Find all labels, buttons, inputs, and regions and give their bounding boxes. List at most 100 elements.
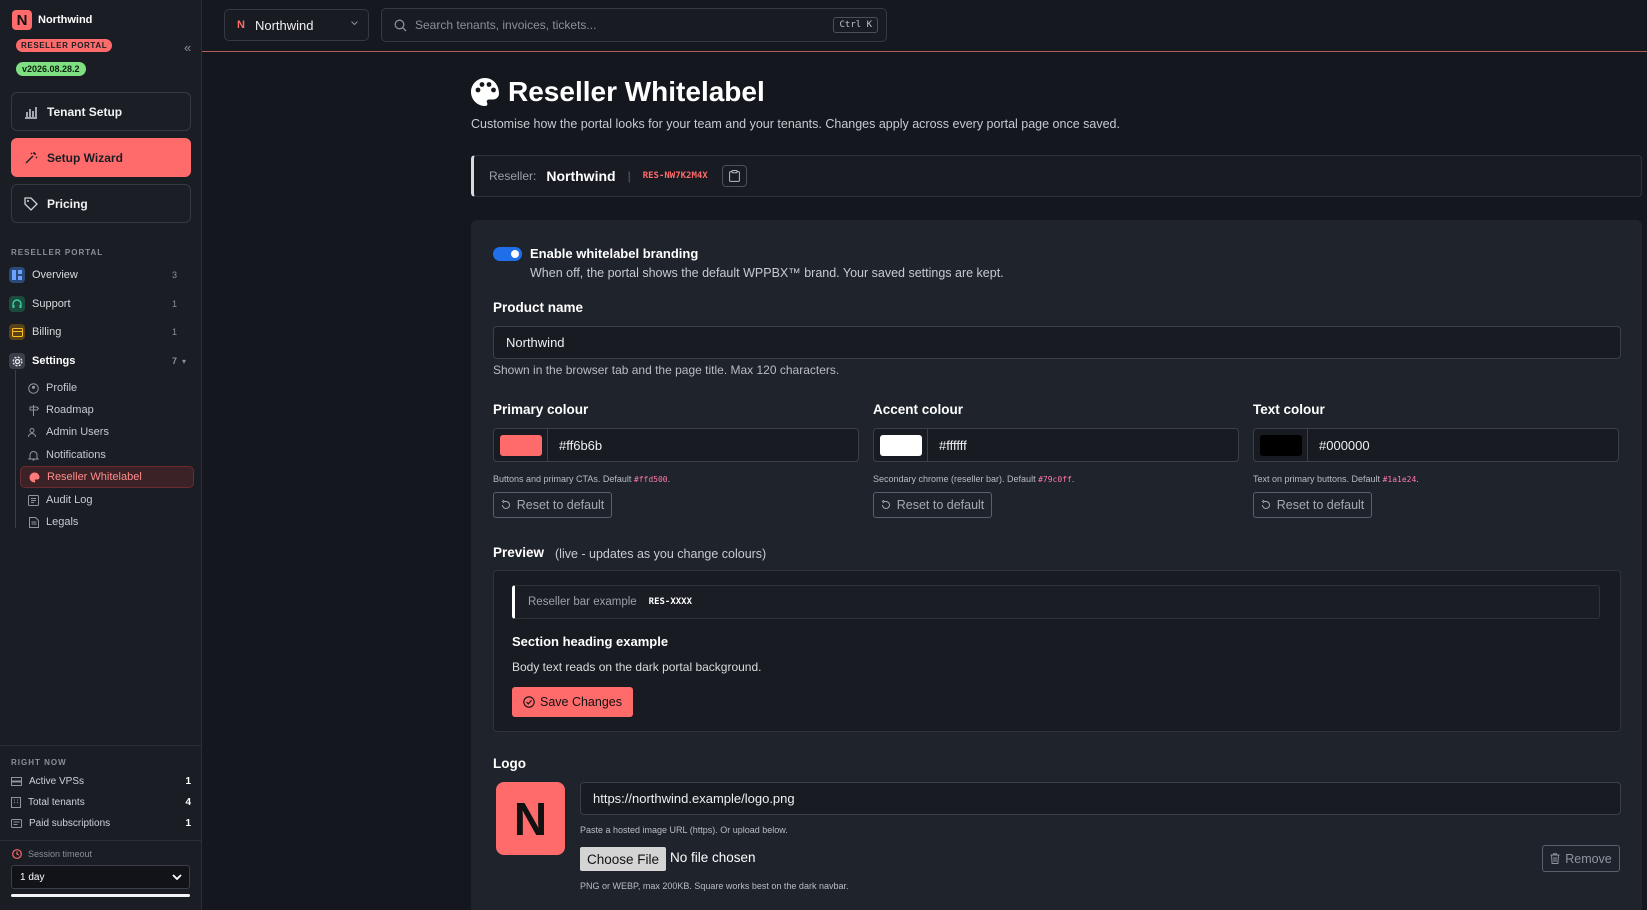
sidebar-item-support[interactable]: Support 1 — [9, 293, 193, 315]
primary-colour-field[interactable]: #ff6b6b — [493, 428, 859, 462]
product-name-value: Northwind — [506, 335, 565, 350]
logo-url-value: https://northwind.example/logo.png — [593, 791, 795, 806]
session-timeout-value: 1 day — [20, 871, 45, 883]
settings-tree-line — [15, 370, 16, 528]
sidebar-item-profile[interactable]: Profile — [20, 377, 194, 399]
divider — [0, 840, 202, 841]
stat-value: 4 — [185, 797, 191, 808]
collapse-sidebar-icon[interactable]: « — [184, 40, 191, 55]
text-colour-picker[interactable] — [1254, 429, 1308, 461]
brand[interactable]: N Northwind — [12, 10, 92, 30]
sidebar-item-legals[interactable]: Legals — [20, 511, 194, 533]
stat-label: Active VPSs — [29, 776, 85, 787]
search-icon — [394, 19, 407, 32]
primary-colour-swatch — [499, 434, 542, 456]
primary-reset-button[interactable]: Reset to default — [493, 492, 612, 518]
accent-reset-button[interactable]: Reset to default — [873, 492, 992, 518]
shortcut-hint: Ctrl K — [833, 17, 878, 33]
sidebar-item-count: 1 — [171, 299, 177, 309]
period: . — [1416, 474, 1419, 484]
reset-label: Reset to default — [896, 498, 985, 512]
session-progress-bar — [11, 894, 190, 897]
choose-file-button[interactable]: Choose File — [580, 847, 666, 871]
copy-id-button[interactable] — [721, 165, 747, 187]
save-changes-button[interactable]: Save Changes — [512, 687, 633, 717]
chevron-down-icon — [172, 872, 182, 882]
sidebar-item-settings[interactable]: Settings 7 ▾ — [9, 350, 193, 372]
primary-colour-label: Primary colour — [493, 402, 589, 417]
text-colour-field[interactable]: #000000 — [1253, 428, 1619, 462]
text-colour-value[interactable]: #000000 — [1308, 429, 1370, 461]
server-icon — [11, 777, 22, 786]
whitelabel-toggle[interactable] — [493, 247, 522, 261]
accent-colour-value[interactable]: #ffffff — [928, 429, 967, 461]
text-colour-swatch — [1259, 434, 1302, 456]
sidebar-item-notifications[interactable]: Notifications — [20, 444, 194, 466]
setup-wizard-label: Setup Wizard — [47, 150, 123, 165]
tenant-logo: N — [237, 19, 245, 31]
document-icon — [28, 516, 39, 528]
card-icon — [9, 324, 25, 340]
help-text: Text on primary buttons. Default — [1253, 474, 1381, 484]
reset-icon — [881, 500, 891, 510]
accent-colour-field[interactable]: #ffffff — [873, 428, 1239, 462]
sidebar-item-roadmap[interactable]: Roadmap — [20, 399, 194, 421]
divider — [0, 745, 202, 746]
logo-url-help: Paste a hosted image URL (https). Or upl… — [580, 825, 788, 835]
building-icon — [11, 797, 21, 808]
primary-colour-value[interactable]: #ff6b6b — [548, 429, 602, 461]
product-name-input[interactable]: Northwind — [493, 326, 1621, 359]
stat-value: 1 — [185, 818, 191, 829]
reset-label: Reset to default — [1276, 498, 1365, 512]
sidebar-item-label: Legals — [46, 516, 79, 528]
version-badge: v2026.08.28.2 — [16, 62, 86, 76]
tenant-setup-label: Tenant Setup — [47, 104, 123, 119]
tenant-setup-button[interactable]: Tenant Setup — [11, 92, 191, 131]
sidebar-item-reseller-whitelabel[interactable]: Reseller Whitelabel — [20, 466, 194, 488]
product-name-label: Product name — [493, 300, 584, 315]
reset-icon — [1261, 500, 1271, 510]
reset-label: Reset to default — [516, 498, 605, 512]
accent-colour-picker[interactable] — [874, 429, 928, 461]
search-input[interactable]: Search tenants, invoices, tickets... Ctr… — [381, 8, 887, 42]
file-status: No file chosen — [670, 850, 756, 865]
preview-panel: Reseller bar example RES-XXXX Section he… — [493, 570, 1621, 732]
sidebar-item-overview[interactable]: Overview 3 — [9, 264, 193, 286]
remove-label: Remove — [1565, 851, 1612, 866]
sidebar-item-admin-users[interactable]: Admin Users — [20, 421, 194, 443]
remove-logo-button[interactable]: Remove — [1542, 845, 1620, 872]
reset-icon — [501, 500, 511, 510]
toggle-label: Enable whitelabel branding — [530, 246, 699, 261]
session-timeout-text: Session timeout — [28, 849, 93, 859]
sidebar-item-audit-log[interactable]: Audit Log — [20, 489, 194, 511]
reseller-label: Reseller: — [489, 169, 537, 183]
pricing-button[interactable]: Pricing — [11, 184, 191, 223]
session-timeout-select[interactable]: 1 day — [11, 865, 190, 889]
wand-icon — [23, 150, 39, 166]
sidebar-item-count: 1 — [171, 327, 177, 337]
tenant-switcher[interactable]: N Northwind — [224, 9, 369, 41]
preview-heading: Section heading example — [512, 634, 669, 649]
setup-wizard-button[interactable]: Setup Wizard — [11, 138, 191, 177]
primary-colour-picker[interactable] — [494, 429, 548, 461]
page-header: Reseller Whitelabel — [470, 76, 765, 108]
whitelabel-settings-card: Enable whitelabel branding When off, the… — [471, 220, 1642, 910]
separator: | — [627, 169, 631, 183]
logo-preview: N — [496, 782, 565, 855]
sidebar-item-count: 7 — [171, 356, 177, 366]
preview-note: (live - updates as you change colours) — [555, 547, 767, 561]
preview-title: Preview — [493, 545, 545, 560]
text-colour-help: Text on primary buttons. Default #1a1e24… — [1253, 474, 1419, 484]
chevron-down-icon — [351, 21, 358, 26]
sidebar-item-billing[interactable]: Billing 1 — [9, 321, 193, 343]
logo-url-input[interactable]: https://northwind.example/logo.png — [580, 782, 1621, 815]
stat-total-tenants: Total tenants 4 — [11, 797, 191, 808]
sidebar: N Northwind « RESELLER PORTAL v2026.08.2… — [0, 0, 202, 910]
page-subtitle: Customise how the portal looks for your … — [471, 117, 1120, 131]
sidebar-item-label: Admin Users — [46, 426, 109, 438]
users-icon — [28, 427, 39, 438]
text-reset-button[interactable]: Reset to default — [1253, 492, 1372, 518]
grid-icon — [9, 267, 25, 283]
chevron-down-icon: ▾ — [181, 356, 186, 366]
tag-icon — [23, 196, 39, 212]
